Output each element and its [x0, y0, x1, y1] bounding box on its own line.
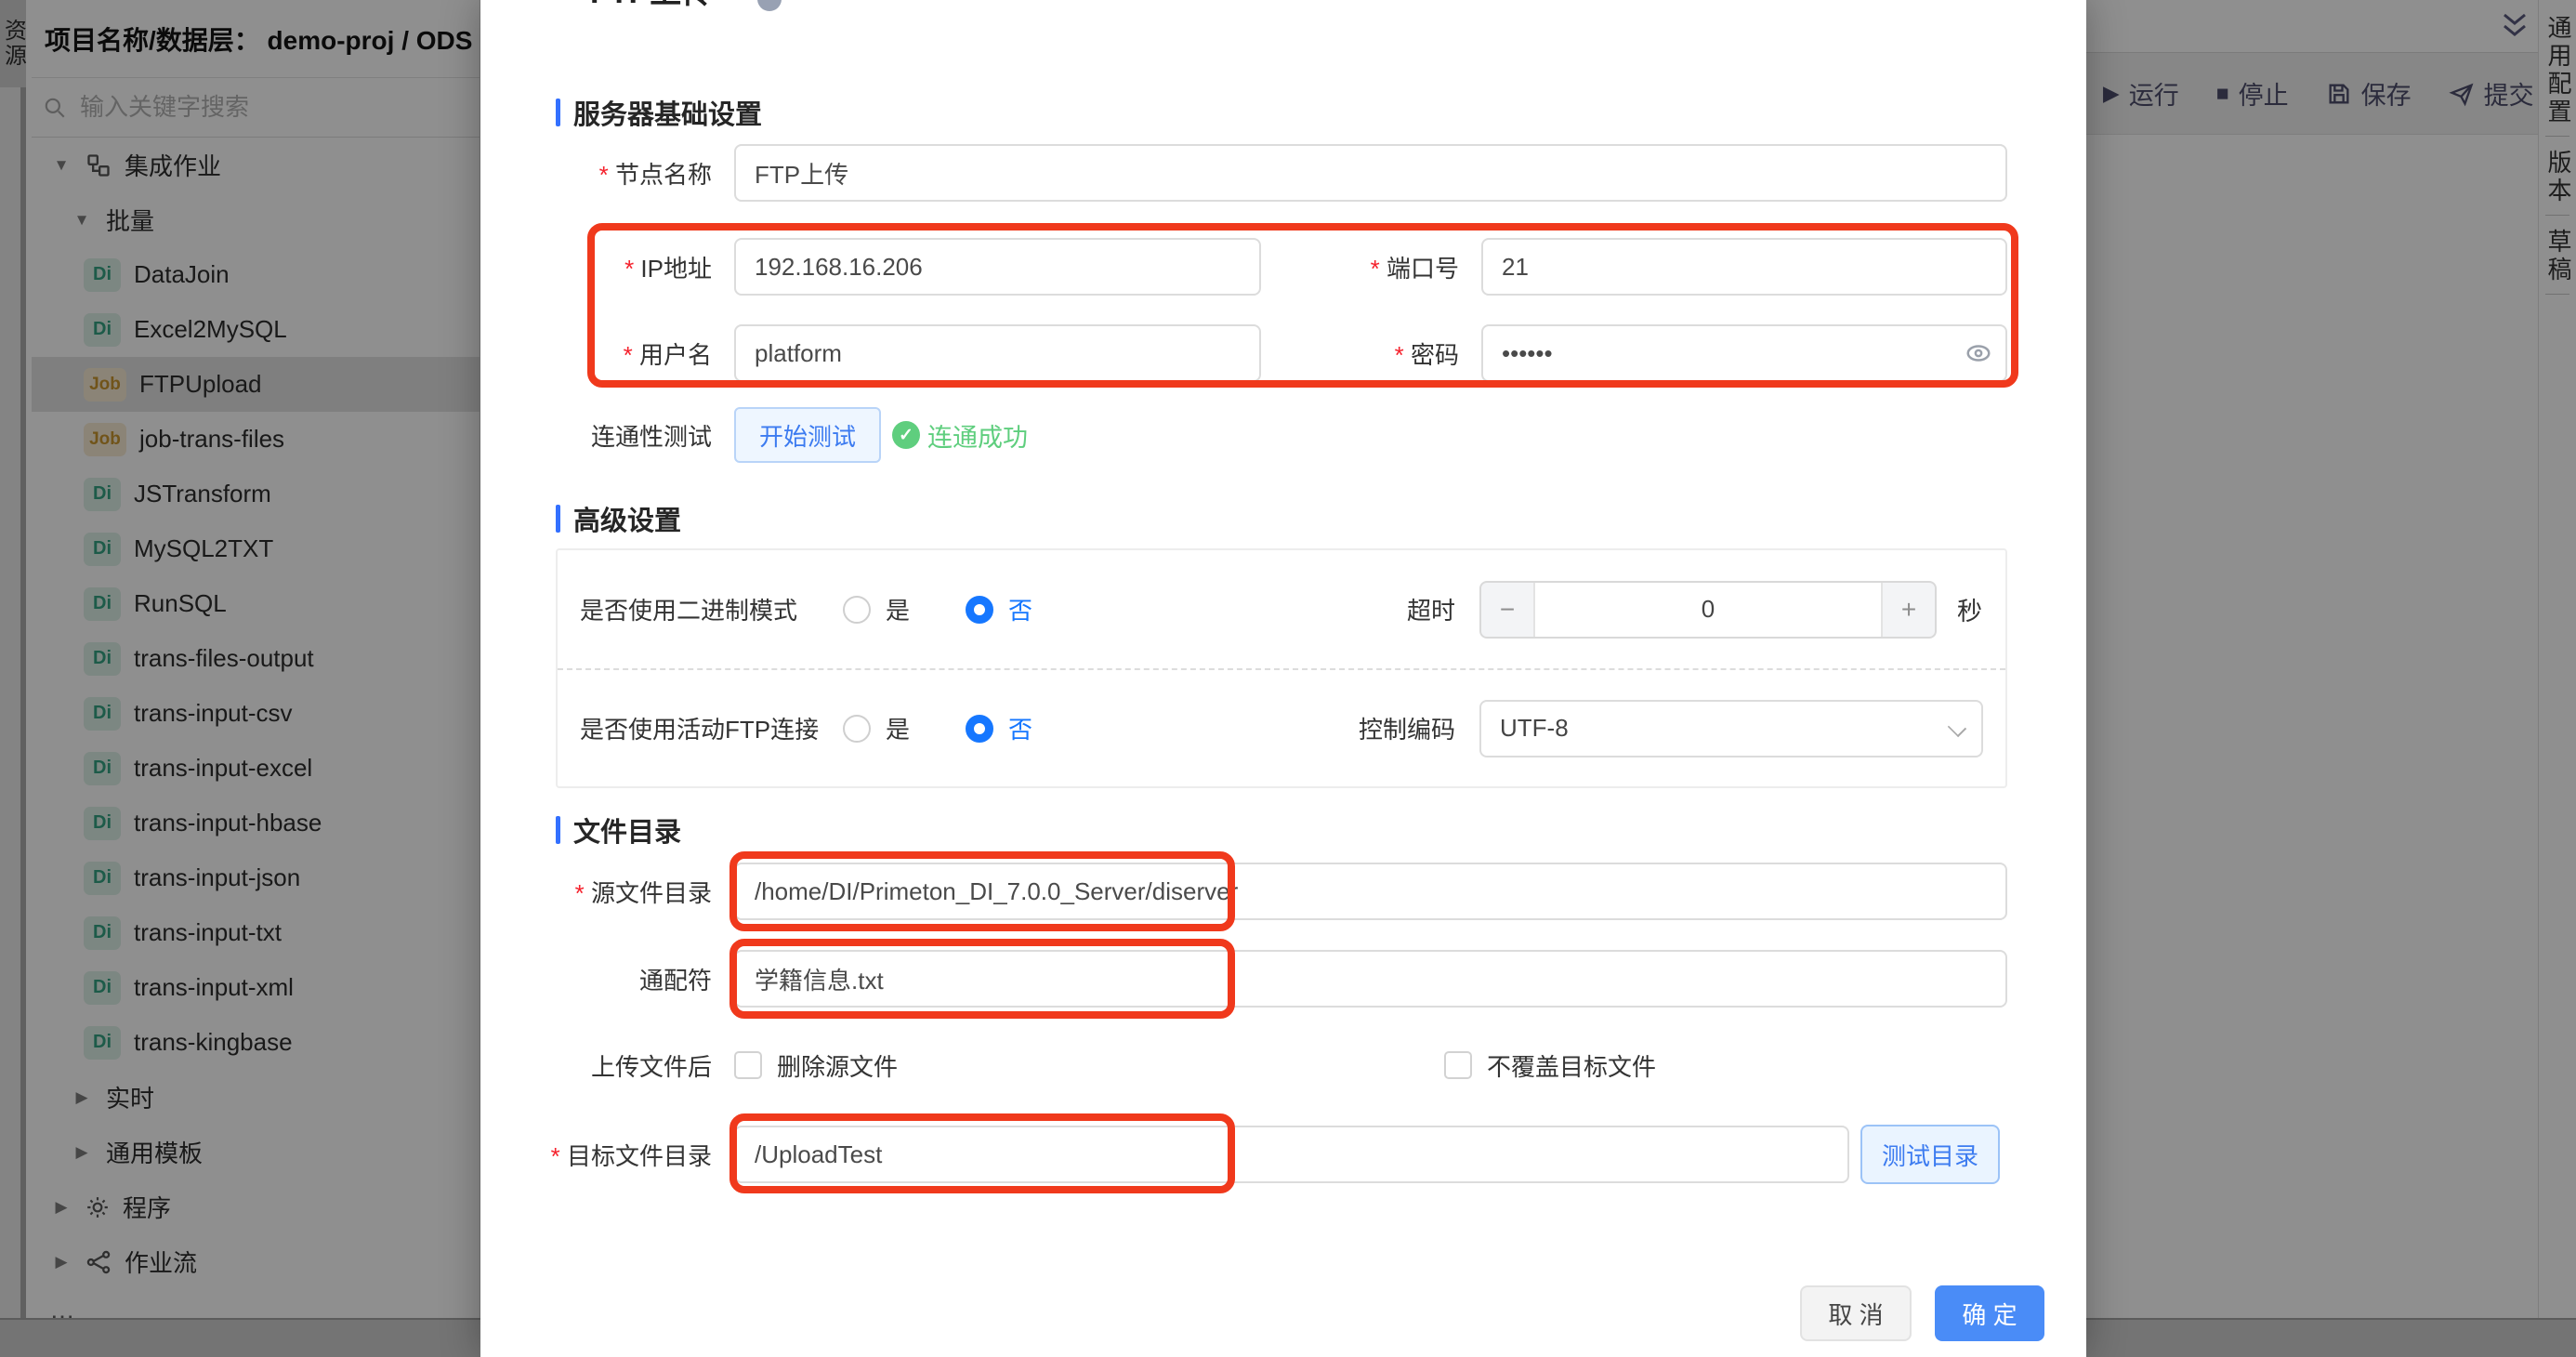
- active-no-radio[interactable]: [966, 715, 993, 743]
- active-ftp-row: 是否使用活动FTP连接 是 否 控制编码 UTF-8: [558, 668, 2005, 786]
- binary-yes-label: 是: [886, 592, 910, 626]
- port-input[interactable]: [1481, 238, 2007, 296]
- target-dir-row: 目标文件目录 测试目录: [536, 1125, 2000, 1184]
- delete-source-checkbox[interactable]: [734, 1051, 762, 1079]
- help-icon[interactable]: [757, 0, 782, 11]
- node-name-row: 节点名称: [536, 144, 2007, 202]
- check-circle-icon: [892, 421, 920, 449]
- no-overwrite-checkbox[interactable]: [1444, 1051, 1472, 1079]
- ip-port-row: IP地址 端口号: [536, 238, 2007, 296]
- target-dir-label: 目标文件目录: [536, 1138, 712, 1172]
- app-root: 资源 项目名称/数据层： demo-proj / ODS ▼集成作业▼批量DiD…: [0, 0, 2576, 1357]
- advanced-settings-box: 是否使用二进制模式 是 否 超时 − 0 + 秒 是否使用活动FTP连接: [556, 548, 2007, 788]
- timeout-stepper: − 0 +: [1479, 581, 1937, 639]
- after-upload-row: 上传文件后 删除源文件 不覆盖目标文件: [536, 1037, 2060, 1093]
- section-bar: [556, 816, 560, 844]
- ip-input[interactable]: [734, 238, 1261, 296]
- modal-overlay-right: [2086, 0, 2576, 1357]
- wildcard-input[interactable]: [734, 950, 2007, 1008]
- active-yes-radio[interactable]: [843, 715, 871, 743]
- active-no-label: 否: [1008, 711, 1032, 745]
- ip-label: IP地址: [536, 250, 712, 284]
- source-dir-label: 源文件目录: [536, 875, 712, 909]
- stepper-minus-button[interactable]: −: [1481, 583, 1533, 637]
- encoding-select[interactable]: UTF-8: [1479, 700, 1983, 758]
- delete-source-label: 删除源文件: [777, 1048, 898, 1083]
- section-title-server: 服务器基础设置: [556, 93, 762, 132]
- password-input[interactable]: [1481, 324, 2007, 382]
- user-password-row: 用户名 密码: [536, 324, 2007, 382]
- test-dir-button[interactable]: 测试目录: [1860, 1125, 2000, 1184]
- timeout-unit: 秒: [1957, 591, 1982, 627]
- binary-no-label: 否: [1008, 592, 1032, 626]
- section-bar: [556, 99, 560, 126]
- no-overwrite-label: 不覆盖目标文件: [1487, 1048, 1656, 1083]
- wildcard-label: 通配符: [536, 962, 712, 996]
- after-upload-label: 上传文件后: [536, 1048, 712, 1083]
- ok-button[interactable]: 确 定: [1935, 1285, 2044, 1341]
- stepper-plus-button[interactable]: +: [1883, 583, 1935, 637]
- node-name-input[interactable]: [734, 144, 2007, 202]
- connectivity-label: 连通性测试: [536, 418, 712, 453]
- encoding-label: 控制编码: [1344, 711, 1455, 745]
- connectivity-row: 连通性测试 开始测试 连通成功: [536, 407, 1028, 463]
- active-yes-label: 是: [886, 711, 910, 745]
- password-label: 密码: [1261, 336, 1459, 371]
- source-dir-input[interactable]: [734, 863, 2007, 920]
- section-title-advanced: 高级设置: [556, 499, 681, 538]
- dialog-footer: 取 消 确 定: [480, 1285, 2086, 1341]
- connection-status: 连通成功: [892, 417, 1028, 454]
- active-ftp-label: 是否使用活动FTP连接: [580, 711, 843, 745]
- node-name-label: 节点名称: [536, 156, 712, 191]
- cancel-button[interactable]: 取 消: [1800, 1285, 1912, 1341]
- binary-mode-row: 是否使用二进制模式 是 否 超时 − 0 + 秒: [558, 550, 2005, 668]
- source-dir-row: 源文件目录: [536, 863, 2007, 920]
- eye-icon[interactable]: [1965, 339, 1992, 372]
- timeout-value[interactable]: 0: [1533, 583, 1883, 637]
- section-bar: [556, 505, 560, 533]
- username-input[interactable]: [734, 324, 1261, 382]
- wildcard-row: 通配符: [536, 950, 2007, 1008]
- section-title-dirs: 文件目录: [556, 810, 681, 850]
- timeout-label: 超时: [1344, 592, 1455, 626]
- start-test-button[interactable]: 开始测试: [734, 407, 881, 463]
- binary-mode-label: 是否使用二进制模式: [580, 592, 843, 626]
- username-label: 用户名: [536, 336, 712, 371]
- target-dir-input[interactable]: [734, 1126, 1849, 1183]
- modal-overlay-left: [0, 0, 480, 1357]
- binary-yes-radio[interactable]: [843, 596, 871, 624]
- port-label: 端口号: [1261, 250, 1459, 284]
- dialog-title-clipped: FTP上传: [590, 0, 713, 12]
- chevron-down-icon: [1948, 718, 1966, 736]
- binary-no-radio[interactable]: [966, 596, 993, 624]
- ftp-upload-dialog: FTP上传 服务器基础设置 节点名称 IP地址 端口号 用户名 密码: [480, 0, 2086, 1357]
